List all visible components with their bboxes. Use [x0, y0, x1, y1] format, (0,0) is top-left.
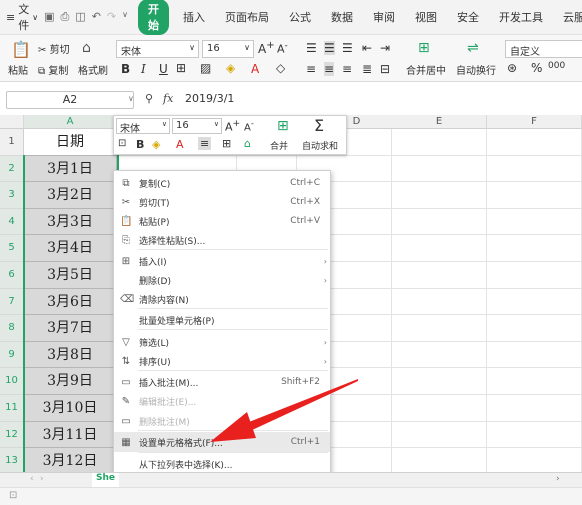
arrow-shaft	[249, 379, 358, 430]
sheet-tab-bar: ‹ › She ›	[0, 472, 582, 487]
status-bar: ⊡	[0, 487, 582, 505]
scroll-right-icon[interactable]: ›	[40, 474, 44, 484]
arrow-head	[210, 412, 256, 442]
scroll-right-icon[interactable]: ›	[556, 474, 560, 484]
scroll-left-icon[interactable]: ‹	[30, 474, 34, 484]
annotation-arrow	[210, 379, 358, 442]
macro-icon[interactable]: ⊡	[9, 490, 17, 501]
sheet-tab[interactable]: She	[92, 473, 119, 487]
